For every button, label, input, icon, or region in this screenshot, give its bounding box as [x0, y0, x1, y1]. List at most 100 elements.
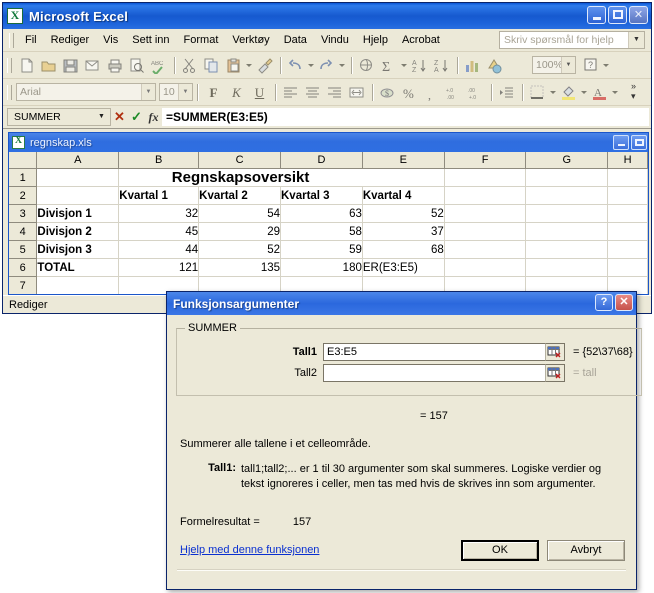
cell-h5[interactable] [607, 240, 648, 259]
new-document-icon[interactable] [16, 55, 38, 76]
cell-e2[interactable]: Kvartal 4 [362, 186, 445, 205]
cell-a3[interactable]: Divisjon 1 [36, 204, 120, 223]
row-header-4[interactable]: 4 [9, 222, 38, 241]
cell-g3[interactable] [525, 204, 609, 223]
indent-icon[interactable] [496, 82, 518, 103]
menu-rediger[interactable]: Rediger [44, 32, 97, 48]
print-icon[interactable] [104, 55, 126, 76]
cell-d6[interactable]: 180 [280, 258, 363, 277]
cell-f1[interactable] [444, 168, 527, 187]
cell-f5[interactable] [444, 240, 527, 259]
workbook-minimize-button[interactable] [613, 135, 629, 150]
cell-b4[interactable]: 45 [118, 222, 200, 241]
range-selector-icon[interactable] [545, 364, 565, 382]
workbook-maximize-button[interactable] [631, 135, 647, 150]
cell-b1[interactable]: Regnskapsoversikt [118, 168, 363, 187]
cell-a7[interactable] [36, 276, 120, 294]
toolbar-grip-handle[interactable] [7, 57, 12, 73]
chevron-down-icon[interactable]: ▼ [141, 84, 155, 100]
spelling-check-icon[interactable]: ABC [148, 55, 170, 76]
comma-icon[interactable]: , [421, 82, 443, 103]
cut-scissors-icon[interactable] [179, 55, 201, 76]
chevron-down-icon[interactable]: ▼ [95, 109, 108, 125]
cell-d3[interactable]: 63 [280, 204, 363, 223]
chart-wizard-icon[interactable] [462, 55, 484, 76]
cell-a6[interactable]: TOTAL [36, 258, 120, 277]
maximize-button[interactable] [608, 6, 627, 24]
row-header-5[interactable]: 5 [9, 240, 38, 259]
cell-h1[interactable] [607, 168, 648, 187]
column-header-c[interactable]: C [198, 152, 281, 169]
menu-fil[interactable]: Fil [18, 32, 44, 48]
cell-h3[interactable] [607, 204, 648, 223]
cell-f2[interactable] [444, 186, 527, 205]
merge-center-icon[interactable] [346, 82, 368, 103]
cell-f4[interactable] [444, 222, 527, 241]
name-box[interactable]: SUMMER ▼ [7, 108, 111, 126]
help-question-icon[interactable]: ? [595, 294, 613, 311]
cell-c2[interactable]: Kvartal 2 [198, 186, 281, 205]
menu-acrobat[interactable]: Acrobat [395, 32, 447, 48]
cell-h2[interactable] [607, 186, 648, 205]
cell-d5[interactable]: 59 [280, 240, 363, 259]
menu-vindu[interactable]: Vindu [314, 32, 356, 48]
font-name-combo[interactable]: Arial ▼ [16, 83, 156, 101]
borders-icon[interactable] [527, 82, 549, 103]
cell-e3[interactable]: 52 [362, 204, 445, 223]
column-header-f[interactable]: F [444, 152, 527, 169]
menu-data[interactable]: Data [277, 32, 314, 48]
column-header-d[interactable]: D [280, 152, 363, 169]
help-link[interactable]: Hjelp med denne funksjonen [180, 544, 319, 556]
cell-f3[interactable] [444, 204, 527, 223]
cell-e5[interactable]: 68 [362, 240, 445, 259]
cell-a5[interactable]: Divisjon 3 [36, 240, 120, 259]
fill-color-icon[interactable] [558, 82, 580, 103]
paste-clipboard-icon[interactable] [223, 55, 245, 76]
cell-c3[interactable]: 54 [198, 204, 281, 223]
sort-descending-icon[interactable]: ZA [431, 55, 453, 76]
confirm-check-icon[interactable]: ✓ [128, 109, 145, 125]
cell-h4[interactable] [607, 222, 648, 241]
zoom-combo[interactable]: 100% ▼ [532, 56, 576, 74]
column-header-e[interactable]: E [362, 152, 445, 169]
toolbar-overflow-icon[interactable] [602, 55, 611, 75]
format-painter-icon[interactable] [254, 55, 276, 76]
menu-format[interactable]: Format [177, 32, 226, 48]
drawing-icon[interactable] [484, 55, 506, 76]
sort-ascending-icon[interactable]: AZ [409, 55, 431, 76]
cell-g5[interactable] [525, 240, 609, 259]
argument-input-tall1[interactable]: E3:E5 [323, 343, 545, 361]
cell-b5[interactable]: 44 [118, 240, 200, 259]
paste-options-dropdown-icon[interactable] [245, 55, 254, 75]
cell-c6[interactable]: 135 [198, 258, 281, 277]
column-header-a[interactable]: A [36, 152, 120, 169]
ask-a-question-box[interactable]: Skriv spørsmål for hjelp ▼ [499, 31, 645, 49]
redo-arrow-icon[interactable] [316, 55, 338, 76]
cell-c5[interactable]: 52 [198, 240, 281, 259]
print-preview-icon[interactable] [126, 55, 148, 76]
cell-g2[interactable] [525, 186, 609, 205]
column-header-b[interactable]: B [118, 152, 200, 169]
copy-icon[interactable] [201, 55, 223, 76]
open-folder-icon[interactable] [38, 55, 60, 76]
cell-h6[interactable] [607, 258, 648, 277]
redo-dropdown-icon[interactable] [338, 55, 347, 75]
menu-sett-inn[interactable]: Sett inn [125, 32, 176, 48]
row-header-1[interactable]: 1 [9, 168, 38, 187]
undo-arrow-icon[interactable] [285, 55, 307, 76]
chevron-down-icon[interactable]: ▼ [628, 32, 644, 48]
save-disk-icon[interactable] [60, 55, 82, 76]
font-size-combo[interactable]: 10 ▼ [159, 83, 193, 101]
insert-hyperlink-icon[interactable] [356, 55, 378, 76]
column-header-g[interactable]: G [525, 152, 609, 169]
column-header-h[interactable]: H [607, 152, 648, 169]
cell-e1[interactable] [362, 168, 445, 187]
menu-vis[interactable]: Vis [96, 32, 125, 48]
row-header-2[interactable]: 2 [9, 186, 38, 205]
menu-grip-handle[interactable] [9, 32, 14, 48]
cell-e4[interactable]: 37 [362, 222, 445, 241]
undo-dropdown-icon[interactable] [307, 55, 316, 75]
select-all-corner[interactable] [9, 152, 38, 169]
bold-button[interactable]: F [202, 82, 225, 103]
font-color-icon[interactable]: A [589, 82, 611, 103]
